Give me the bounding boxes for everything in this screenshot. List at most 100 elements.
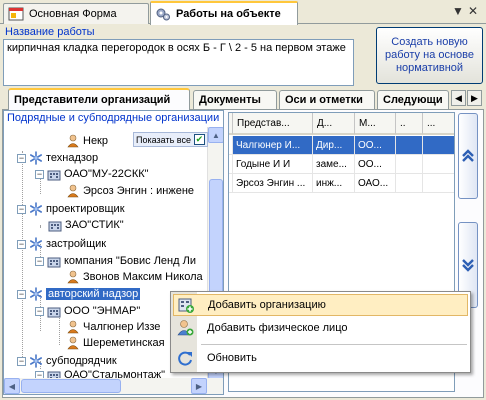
work-name-field[interactable]: кирпичная кладка перегородок в осях Б - … [3,39,354,86]
work-name-label: Название работы [5,26,95,38]
tree-header: Подрядные и субподрядные организации [7,112,220,124]
tree-role-node[interactable]: − застройщик [17,236,106,252]
menu-item-label: Добавить физическое лицо [207,322,348,334]
tree-node-label: компания "Бовис Ленд Ли [64,255,196,267]
tree-node-label: Эрсоз Энгин : инжене [83,185,195,197]
tree-node-label: Шереметинская [83,337,165,349]
tab-scroll-left-icon[interactable]: ◀ [451,90,466,106]
tree-organization-node[interactable]: ЗАО"СТИК" [48,217,124,233]
tree-node-label: застройщик [46,238,107,250]
building-icon [47,170,61,180]
tab-next[interactable]: Следующи [377,90,449,109]
table-cell: Годыне И И [233,155,313,174]
tab-axes-and-marks[interactable]: Оси и отметки [279,90,375,109]
table-cell: ОО... [355,136,396,155]
scroll-right-icon[interactable]: ▶ [191,378,207,394]
collapse-icon[interactable]: − [17,239,26,249]
checkmark-icon[interactable]: ✔ [193,134,205,145]
snowflake-icon [29,237,42,251]
tab-main-form[interactable]: Основная Форма [3,3,149,24]
tree-role-node[interactable]: − проектировщик [17,201,125,217]
person-icon [67,320,79,334]
collapse-icon[interactable]: − [35,306,44,316]
tree-person-node[interactable]: Эрсоз Энгин : инжене [66,183,194,199]
building-icon [47,257,61,267]
tree-organization-node[interactable]: − ОАО"МУ-22СКК" [35,166,149,182]
tree-hscroll-thumb[interactable] [21,379,121,393]
tree-person-node[interactable]: Звонов Максим Никола [66,269,203,285]
menu-item-add-person[interactable]: Добавить физическое лицо [173,317,468,339]
tab-work-on-object-label: Работы на объекте [176,8,281,20]
column-header[interactable]: .. [396,113,423,135]
person-icon [67,184,79,198]
tree-organization-node[interactable]: − ООО "ЭНМАР" [35,303,140,319]
add-person-icon [177,320,194,336]
section-tab-strip: Представители организаций Документы Оси … [0,88,486,110]
collapse-icon[interactable]: − [17,289,26,299]
tab-documents[interactable]: Документы [193,90,277,109]
collapse-icon[interactable]: − [17,153,26,163]
collapse-icon[interactable]: − [17,356,26,366]
snowflake-icon [29,287,42,301]
tree-node-label: Некр [83,135,108,147]
column-header[interactable]: М... [355,113,396,135]
menu-item-refresh[interactable]: Обновить [173,347,468,369]
table-cell [423,174,454,193]
menu-item-label: Добавить организацию [208,299,326,311]
table-cell: ОО... [355,155,396,174]
tab-scroll-arrows: ◀ ▶ [451,90,482,106]
table-row-selected[interactable]: Чалгюнер И... Дир... ОО... [229,136,454,155]
show-all-checkbox[interactable]: Показать все ✔ [133,132,208,147]
table-row[interactable]: Годыне И И заме... ОО... [229,155,454,174]
table-row[interactable]: Эрсоз Энгин ... инж... ОАО... [229,174,454,193]
collapse-icon[interactable]: − [35,256,44,266]
refresh-icon [178,351,192,366]
table-cell: заме... [313,155,355,174]
collapse-icon[interactable]: − [17,204,26,214]
column-header[interactable]: Д... [313,113,355,135]
tree-role-node-selected[interactable]: − авторский надзор [17,286,141,302]
double-chevron-down-icon [462,259,474,272]
create-work-from-normative-button[interactable]: Создать новую работу на основе нормативн… [376,27,483,84]
tree-node-label: проектировщик [46,203,125,215]
snowflake-icon [29,354,42,368]
building-icon [47,307,61,317]
tree-person-node[interactable]: Чалгюнер Иззе [66,319,160,335]
tree-role-node[interactable]: − технадзор [17,150,98,166]
menu-item-label: Обновить [207,352,257,364]
tree-node-label: ООО "ЭНМАР" [64,305,141,317]
table-cell: Эрсоз Энгин ... [233,174,313,193]
table-cell [423,136,454,155]
tree-organization-node[interactable]: − компания "Бовис Ленд Ли [35,253,196,269]
table-cell: Дир... [313,136,355,155]
column-header[interactable]: ... [423,113,454,135]
scroll-left-icon[interactable]: ◀ [4,378,20,394]
menu-separator [201,344,467,345]
scroll-up-icon[interactable]: ▲ [208,127,223,143]
collapse-icon[interactable]: − [35,169,44,179]
table-cell [396,174,423,193]
close-icon[interactable]: ✕ [468,4,478,18]
person-icon [67,270,79,284]
tree-person-node[interactable]: Шереметинская [66,335,165,351]
tab-work-on-object[interactable]: Работы на объекте [150,1,298,25]
tab-scroll-right-icon[interactable]: ▶ [467,90,482,106]
tree-horizontal-scrollbar[interactable]: ◀ ▶ [4,378,223,394]
tab-main-form-label: Основная Форма [29,8,117,20]
tree-person-node[interactable]: Некр [66,133,108,149]
table-cell [396,136,423,155]
form-icon [8,7,24,21]
table-cell [423,155,454,174]
document-tab-strip: Основная Форма Работы на объекте ▼ ✕ [0,0,486,25]
tree-node-label: ЗАО"СТИК" [65,219,124,231]
grid-header: Представ... Д... М... .. ... [229,113,454,135]
tree-node-label: ОАО"МУ-22СКК" [64,168,149,180]
person-icon [67,336,79,350]
column-header[interactable]: Представ... [233,113,313,135]
move-up-button[interactable] [458,113,478,199]
menu-item-add-organization[interactable]: Добавить организацию [173,294,468,316]
gears-icon [156,8,170,21]
dropdown-arrow-icon[interactable]: ▼ [452,4,464,18]
add-organization-icon [178,298,194,313]
tab-organization-representatives[interactable]: Представители организаций [8,88,190,110]
